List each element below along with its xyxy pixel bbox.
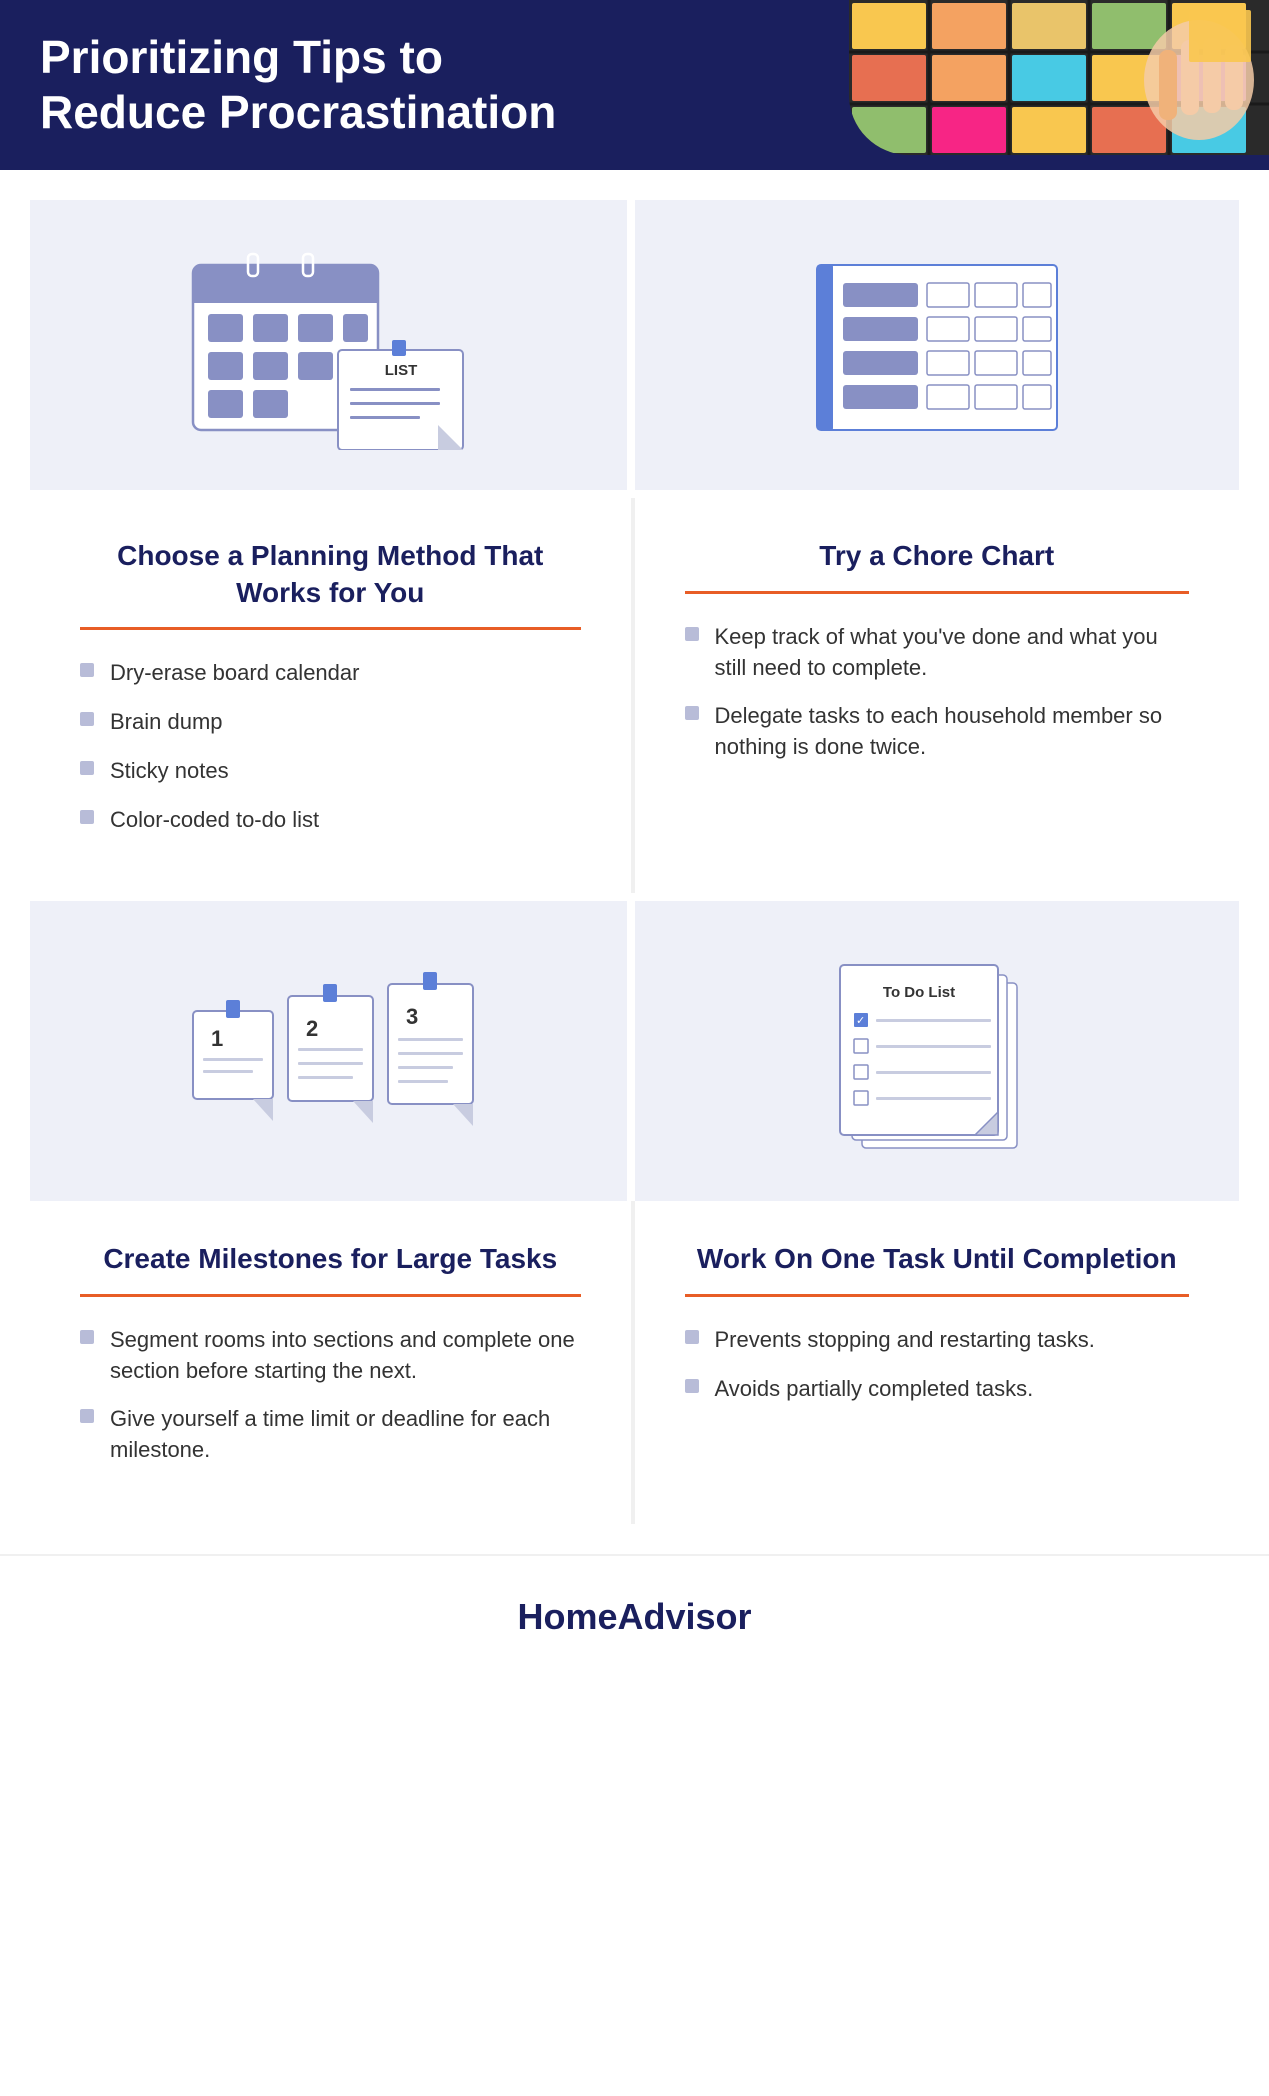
section2-text-cell: Try a Chore Chart Keep track of what you… xyxy=(635,498,1240,893)
svg-text:To Do List: To Do List xyxy=(883,984,955,1001)
section2-bullet-list: Keep track of what you've done and what … xyxy=(685,622,1190,763)
bullet-icon xyxy=(685,1330,699,1344)
bullet-icon xyxy=(80,712,94,726)
svg-text:3: 3 xyxy=(406,1004,418,1029)
list-item: Give yourself a time limit or deadline f… xyxy=(80,1404,581,1466)
sticky-notes-illustration xyxy=(849,0,1269,155)
bullet-icon xyxy=(80,810,94,824)
list-title: LIST xyxy=(385,362,418,379)
bullet-icon xyxy=(80,761,94,775)
bullet-icon xyxy=(685,627,699,641)
section3-title: Create Milestones for Large Tasks xyxy=(80,1241,581,1277)
chore-chart-svg xyxy=(797,245,1077,445)
section4-divider xyxy=(685,1294,1190,1297)
section3-divider xyxy=(80,1294,581,1297)
section3-text-cell: Create Milestones for Large Tasks Segmen… xyxy=(30,1201,635,1524)
list-item: Prevents stopping and restarting tasks. xyxy=(685,1325,1190,1356)
section4-bullet-list: Prevents stopping and restarting tasks. … xyxy=(685,1325,1190,1405)
list-item: Delegate tasks to each household member … xyxy=(685,701,1190,763)
chore-chart-illustration-cell xyxy=(635,200,1240,498)
illustration-row-2: 1 2 3 xyxy=(30,893,1239,1201)
list-item: Segment rooms into sections and complete… xyxy=(80,1325,581,1387)
list-item: Brain dump xyxy=(80,707,581,738)
todo-illustration-cell: To Do List ✓ xyxy=(635,893,1240,1201)
list-item: Keep track of what you've done and what … xyxy=(685,622,1190,684)
section4-text-cell: Work On One Task Until Completion Preven… xyxy=(635,1201,1240,1524)
calendar-illustration-cell: LIST xyxy=(30,200,635,498)
list-item: Dry-erase board calendar xyxy=(80,658,581,689)
section1-bullet-list: Dry-erase board calendar Brain dump Stic… xyxy=(80,658,581,835)
bullet-icon xyxy=(685,1379,699,1393)
header-image xyxy=(849,0,1269,155)
milestone-illustration-cell: 1 2 3 xyxy=(30,893,635,1201)
list-item: Avoids partially completed tasks. xyxy=(685,1374,1190,1405)
section1-text-cell: Choose a Planning Method That Works for … xyxy=(30,498,635,893)
section3-bullet-list: Segment rooms into sections and complete… xyxy=(80,1325,581,1466)
brand-name: HomeAdvisor xyxy=(40,1596,1229,1638)
svg-text:1: 1 xyxy=(211,1026,223,1051)
text-row-1: Choose a Planning Method That Works for … xyxy=(30,498,1239,893)
main-content: LIST xyxy=(0,170,1269,1554)
section4-title: Work On One Task Until Completion xyxy=(685,1241,1190,1277)
svg-text:✓: ✓ xyxy=(856,1015,865,1027)
calendar-list-svg: LIST xyxy=(183,240,473,450)
section1-divider xyxy=(80,627,581,630)
header: Prioritizing Tips to Reduce Procrastinat… xyxy=(0,0,1269,170)
header-title: Prioritizing Tips to Reduce Procrastinat… xyxy=(40,30,620,140)
footer: HomeAdvisor xyxy=(0,1554,1269,1678)
milestone-svg: 1 2 3 xyxy=(173,946,483,1156)
todo-list-svg: To Do List ✓ xyxy=(822,941,1052,1161)
bullet-icon xyxy=(80,1409,94,1423)
list-item: Color-coded to-do list xyxy=(80,805,581,836)
section1-title: Choose a Planning Method That Works for … xyxy=(80,538,581,611)
section2-title: Try a Chore Chart xyxy=(685,538,1190,574)
svg-text:2: 2 xyxy=(306,1016,318,1041)
illustration-row-1: LIST xyxy=(30,200,1239,498)
bullet-icon xyxy=(80,1330,94,1344)
list-item: Sticky notes xyxy=(80,756,581,787)
section2-divider xyxy=(685,591,1190,594)
bullet-icon xyxy=(685,706,699,720)
bullet-icon xyxy=(80,663,94,677)
text-row-2: Create Milestones for Large Tasks Segmen… xyxy=(30,1201,1239,1524)
